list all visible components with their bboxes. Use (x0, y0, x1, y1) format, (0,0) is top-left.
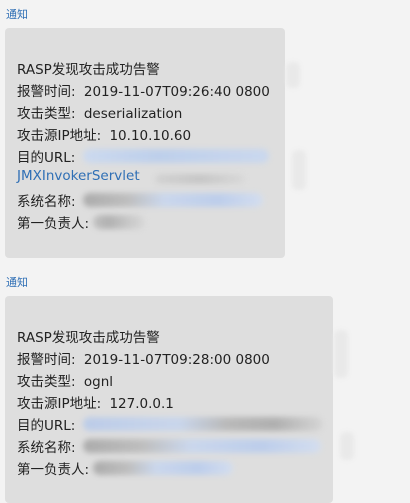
alert-title: RASP发现攻击成功告警 (17, 330, 160, 346)
alert-time-value: 2019-11-07T09:26:40 0800 (83, 84, 270, 100)
attack-type-row: 攻击类型: ognl (17, 370, 113, 390)
attack-type-value: ognl (83, 374, 113, 390)
source-ip-row: 攻击源IP地址: 127.0.0.1 (17, 392, 174, 412)
target-url-link[interactable]: JMXInvokerServlet (17, 168, 140, 184)
source-ip-value: 127.0.0.1 (109, 396, 174, 412)
message-sender[interactable]: 通知 (6, 6, 28, 22)
source-ip-value: 10.10.10.60 (109, 128, 192, 144)
attack-type-value: deserialization (83, 106, 183, 122)
alert-time-row: 报警时间: 2019-11-07T09:26:40 0800 (17, 80, 270, 100)
attack-type-label: 攻击类型: (17, 106, 76, 122)
redacted-owner (93, 215, 145, 229)
alert-time-label: 报警时间: (17, 352, 76, 368)
redaction-smudge (286, 62, 300, 88)
source-ip-label: 攻击源IP地址: (17, 396, 102, 412)
redaction-smudge (340, 432, 354, 460)
message-card[interactable]: RASP发现攻击成功告警 报警时间: 2019-11-07T09:28:00 0… (5, 296, 333, 503)
source-ip-row: 攻击源IP地址: 10.10.10.60 (17, 124, 191, 144)
message-card[interactable]: RASP发现攻击成功告警 报警时间: 2019-11-07T09:26:40 0… (5, 28, 285, 258)
redacted-system-name (83, 193, 263, 207)
redaction-smudge (334, 330, 348, 378)
redaction-smudge (292, 150, 306, 190)
target-url-label: 目的URL: (17, 418, 76, 434)
message-sender[interactable]: 通知 (6, 274, 28, 290)
alert-time-label: 报警时间: (17, 84, 76, 100)
redacted-smudge (155, 174, 245, 184)
source-ip-label: 攻击源IP地址: (17, 128, 102, 144)
target-url-label: 目的URL: (17, 150, 76, 166)
redacted-system-name (83, 439, 321, 453)
alert-title: RASP发现攻击成功告警 (17, 62, 160, 78)
system-name-label: 系统名称: (17, 194, 76, 210)
redacted-url (83, 149, 269, 163)
attack-type-row: 攻击类型: deserialization (17, 102, 182, 122)
redacted-url (83, 417, 323, 431)
owner-label: 第一负责人: (17, 462, 90, 478)
redacted-owner (93, 461, 233, 475)
alert-time-value: 2019-11-07T09:28:00 0800 (83, 352, 270, 368)
attack-type-label: 攻击类型: (17, 374, 76, 390)
system-name-label: 系统名称: (17, 440, 76, 456)
alert-time-row: 报警时间: 2019-11-07T09:28:00 0800 (17, 348, 270, 368)
owner-label: 第一负责人: (17, 216, 90, 232)
